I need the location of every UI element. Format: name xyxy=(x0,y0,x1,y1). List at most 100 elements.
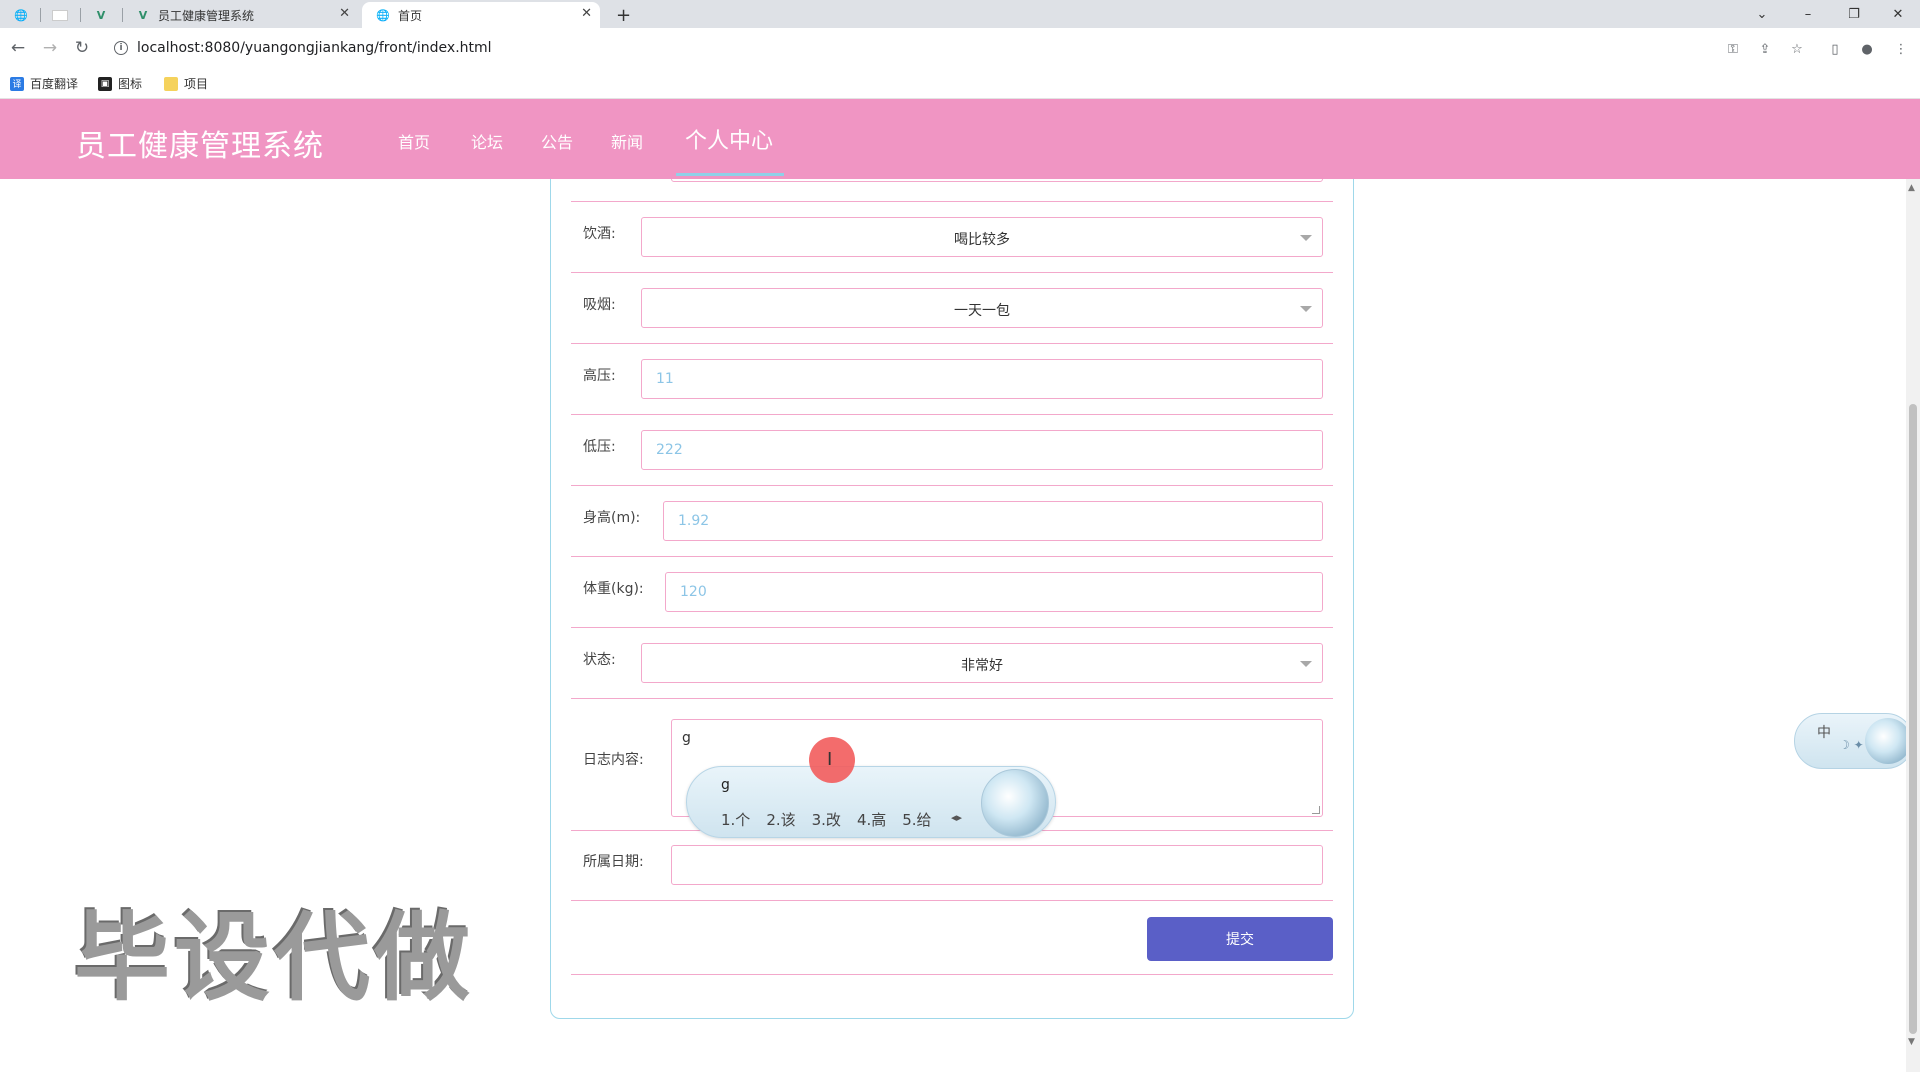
chevron-down-icon xyxy=(1300,235,1312,241)
ime-candidate[interactable]: 5.给 xyxy=(902,809,931,830)
globe-icon: 🌐 xyxy=(376,8,390,22)
site-info-icon[interactable]: i xyxy=(114,41,128,55)
tab-separator xyxy=(40,8,41,22)
share-icon[interactable]: ⇪ xyxy=(1756,40,1774,58)
url-text: localhost:8080/yuangongjiankang/front/in… xyxy=(137,40,492,56)
image-icon: ▣ xyxy=(98,76,112,91)
select-value: 喝比较多 xyxy=(954,232,1010,248)
form-row-systolic: 高压: 11 xyxy=(571,344,1333,415)
ime-mode-label: 中 xyxy=(1817,725,1831,741)
pinned-tab-2[interactable] xyxy=(52,2,76,28)
status-select[interactable]: 非常好 xyxy=(641,643,1323,683)
forward-arrow-icon[interactable]: → xyxy=(38,36,62,60)
submit-button[interactable]: 提交 xyxy=(1147,917,1333,961)
input-value: 120 xyxy=(680,584,707,600)
ime-candidate-list: 1.个 2.该 3.改 4.高 5.给 xyxy=(721,809,932,830)
diastolic-input[interactable]: 222 xyxy=(641,430,1323,470)
page-content: 差 饮酒: 喝比较多 吸烟: 一天一包 高压: 11 低压: xyxy=(0,179,1906,1072)
drinking-select[interactable]: 喝比较多 xyxy=(641,217,1323,257)
back-arrow-icon[interactable]: ← xyxy=(6,36,30,60)
nav-notice[interactable]: 公告 xyxy=(541,129,573,153)
bookmark-baidu-translate[interactable]: 译 百度翻译 xyxy=(10,75,78,92)
browser-toolbar: ← → ↻ i localhost:8080/yuangongjiankang/… xyxy=(0,28,1920,68)
ime-candidate[interactable]: 3.改 xyxy=(812,809,841,830)
scroll-down-icon[interactable]: ▼ xyxy=(1908,1037,1915,1047)
resize-handle[interactable] xyxy=(1312,806,1320,814)
address-bar[interactable]: i localhost:8080/yuangongjiankang/front/… xyxy=(104,34,1704,62)
moon-icon: ☽ ✦ xyxy=(1839,738,1864,752)
close-tab-icon[interactable]: ✕ xyxy=(339,6,350,21)
folder-icon xyxy=(164,76,178,91)
restore-icon[interactable]: ❐ xyxy=(1832,0,1876,28)
ime-status-bar[interactable]: 中 ☽ ✦ xyxy=(1794,713,1914,769)
close-window-icon[interactable]: ✕ xyxy=(1876,0,1920,28)
close-tab-icon[interactable]: ✕ xyxy=(581,6,592,21)
ime-page-arrows-icon[interactable]: ◂▸ xyxy=(951,811,962,824)
nav-forum[interactable]: 论坛 xyxy=(471,129,503,153)
active-nav-indicator xyxy=(676,173,784,176)
browser-tab-strip: 🌐 V V 员工健康管理系统 ✕ 🌐 首页 ✕ + ⌄ – ❐ ✕ xyxy=(0,0,1920,28)
partial-select[interactable]: 差 xyxy=(671,179,1323,182)
field-label: 饮酒: xyxy=(583,226,616,242)
new-tab-button[interactable]: + xyxy=(616,2,631,28)
input-value: 222 xyxy=(656,442,683,458)
key-icon[interactable]: ⚿ xyxy=(1724,40,1742,58)
page-scrollbar[interactable]: ▲ ▼ xyxy=(1906,179,1920,1072)
tab-search-icon[interactable]: ⌄ xyxy=(1740,0,1784,28)
form-row-drinking: 饮酒: 喝比较多 xyxy=(571,202,1333,273)
field-label: 所属日期: xyxy=(583,854,644,870)
form-row-submit: 提交 xyxy=(571,901,1333,975)
bookmark-label: 图标 xyxy=(118,77,143,91)
text-cursor-icon: I xyxy=(827,749,833,770)
ime-skin-bubble-icon xyxy=(1865,718,1911,764)
weight-input[interactable]: 120 xyxy=(665,572,1323,612)
health-log-form: 差 饮酒: 喝比较多 吸烟: 一天一包 高压: 11 低压: xyxy=(550,179,1354,1019)
star-bookmark-icon[interactable]: ☆ xyxy=(1788,40,1806,58)
form-row-weight: 体重(kg): 120 xyxy=(571,557,1333,628)
tab-employee-health[interactable]: V 员工健康管理系统 ✕ xyxy=(132,2,358,28)
ime-candidate[interactable]: 1.个 xyxy=(721,809,750,830)
field-label: 低压: xyxy=(583,439,616,455)
scrollbar-thumb[interactable] xyxy=(1909,404,1917,1034)
field-label: 体重(kg): xyxy=(583,581,644,597)
field-label: 日志内容: xyxy=(583,752,644,768)
field-label: 吸烟: xyxy=(583,297,616,313)
side-panel-icon[interactable]: ▯ xyxy=(1826,40,1844,58)
field-label: 状态: xyxy=(583,652,616,668)
reload-icon[interactable]: ↻ xyxy=(70,36,94,60)
select-value: 一天一包 xyxy=(954,303,1010,319)
form-row-status: 状态: 非常好 xyxy=(571,628,1333,699)
form-row-partial: 差 xyxy=(571,179,1333,202)
menu-kebab-icon[interactable]: ⋮ xyxy=(1892,40,1910,58)
vue-logo-icon: V xyxy=(138,8,148,22)
watermark-text: 毕设代做 xyxy=(74,902,474,1014)
tab-separator xyxy=(122,8,123,22)
scroll-up-icon[interactable]: ▲ xyxy=(1908,183,1915,193)
chevron-down-icon xyxy=(1300,306,1312,312)
tab-title: 员工健康管理系统 xyxy=(158,8,255,23)
bookmark-label: 百度翻译 xyxy=(30,77,79,91)
smoking-select[interactable]: 一天一包 xyxy=(641,288,1323,328)
minimize-icon[interactable]: – xyxy=(1786,0,1830,28)
profile-avatar-icon[interactable]: ● xyxy=(1858,40,1876,58)
bookmark-project[interactable]: 项目 xyxy=(164,75,208,92)
height-input[interactable]: 1.92 xyxy=(663,501,1323,541)
nav-personal-center[interactable]: 个人中心 xyxy=(685,123,773,155)
systolic-input[interactable]: 11 xyxy=(641,359,1323,399)
pinned-tab-1[interactable]: 🌐 xyxy=(14,2,36,28)
form-row-smoking: 吸烟: 一天一包 xyxy=(571,273,1333,344)
date-input[interactable] xyxy=(671,845,1323,885)
ime-skin-bubble-icon xyxy=(981,769,1049,837)
bookmark-icons[interactable]: ▣ 图标 xyxy=(98,75,142,92)
nav-news[interactable]: 新闻 xyxy=(611,129,643,153)
vue-logo-icon: V xyxy=(96,8,106,22)
bookmarks-bar: 译 百度翻译 ▣ 图标 项目 xyxy=(0,68,1920,99)
tab-home[interactable]: 🌐 首页 ✕ xyxy=(362,2,600,28)
ime-candidate[interactable]: 2.该 xyxy=(766,809,795,830)
tab-separator xyxy=(80,8,81,22)
ime-candidate[interactable]: 4.高 xyxy=(857,809,886,830)
pinned-tab-3[interactable]: V xyxy=(94,2,116,28)
app-title: 员工健康管理系统 xyxy=(76,129,324,164)
nav-home[interactable]: 首页 xyxy=(398,129,430,153)
form-row-date: 所属日期: xyxy=(571,831,1333,901)
